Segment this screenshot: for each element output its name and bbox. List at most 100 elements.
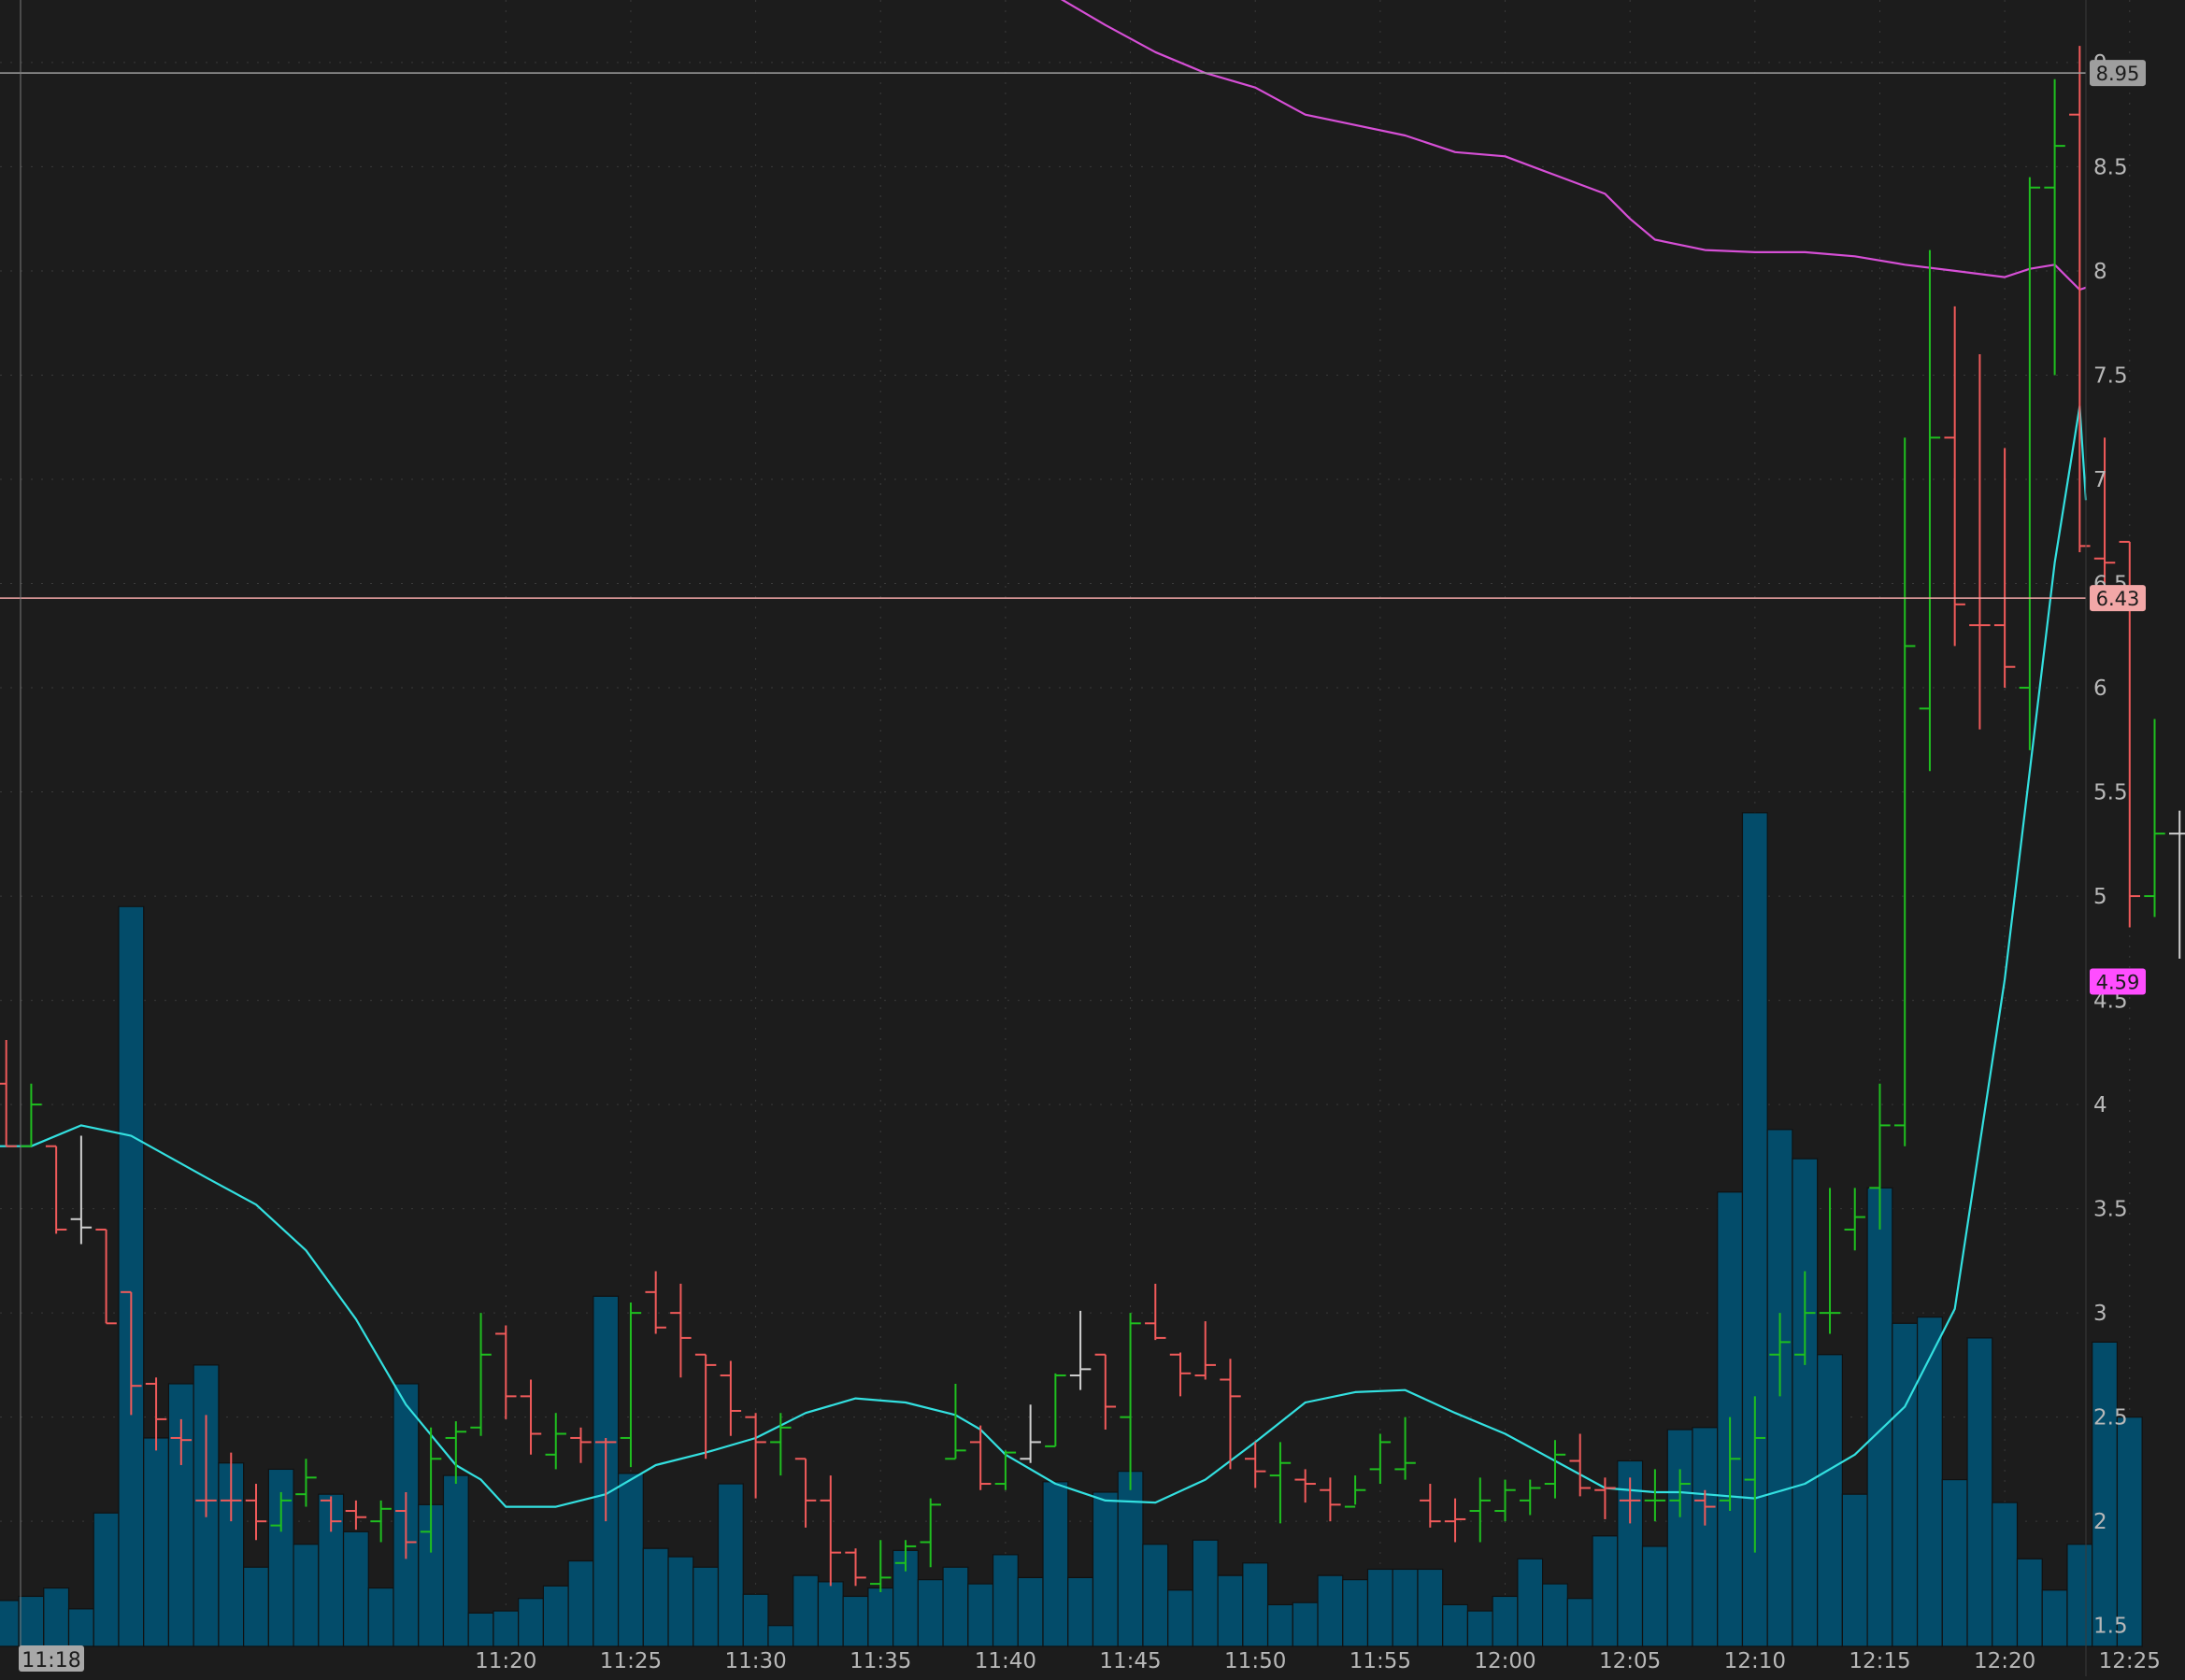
volume-bar bbox=[942, 1566, 969, 1647]
volume-bar bbox=[717, 1483, 744, 1647]
x-tick-label: 11:20 bbox=[475, 1649, 536, 1673]
x-tick-label: 11:40 bbox=[975, 1649, 1036, 1673]
volume-bar bbox=[1692, 1427, 1719, 1647]
x-tick-label: 12:10 bbox=[1724, 1649, 1786, 1673]
volume-bar bbox=[1266, 1603, 1293, 1647]
x-tick-label: 12:15 bbox=[1849, 1649, 1910, 1673]
volume-bar bbox=[2116, 1417, 2143, 1647]
volume-bar bbox=[2016, 1558, 2043, 1647]
volume-bar bbox=[43, 1587, 70, 1647]
x-tick-label: 11:30 bbox=[724, 1649, 786, 1673]
y-tick-label: 5.5 bbox=[2093, 781, 2128, 805]
x-tick-label: 11:55 bbox=[1350, 1649, 1411, 1673]
y-tick-label: 5 bbox=[2093, 885, 2107, 909]
chart-background bbox=[0, 0, 2185, 1676]
volume-bar bbox=[617, 1473, 644, 1647]
y-tick-label: 7.5 bbox=[2093, 363, 2128, 388]
volume-bar bbox=[1866, 1187, 1893, 1647]
volume-bar bbox=[1517, 1558, 1544, 1647]
price-tag-label: 4.59 bbox=[2096, 972, 2140, 994]
volume-bar bbox=[367, 1587, 394, 1647]
y-tick-label: 2 bbox=[2093, 1510, 2107, 1534]
volume-bar bbox=[1067, 1576, 1094, 1647]
volume-bar bbox=[493, 1610, 520, 1647]
volume-bar bbox=[1117, 1471, 1144, 1647]
volume-bar bbox=[1442, 1603, 1469, 1647]
volume-bar bbox=[2066, 1544, 2093, 1647]
x-tick-label: 11:45 bbox=[1099, 1649, 1161, 1673]
volume-bar bbox=[1792, 1158, 1819, 1647]
volume-bar bbox=[0, 1600, 20, 1647]
volume-bar bbox=[667, 1556, 694, 1647]
volume-bar bbox=[967, 1583, 994, 1647]
volume-bar bbox=[1492, 1595, 1519, 1647]
volume-bar bbox=[1217, 1574, 1244, 1647]
y-tick-label: 4 bbox=[2093, 1093, 2107, 1118]
volume-bar bbox=[1092, 1491, 1119, 1647]
volume-bar bbox=[1592, 1535, 1619, 1647]
volume-bar bbox=[243, 1566, 269, 1647]
volume-bar bbox=[18, 1595, 45, 1647]
chart-svg[interactable]: 1.522.533.544.555.566.577.588.59 11:2011… bbox=[0, 0, 2185, 1676]
volume-bar bbox=[118, 905, 145, 1647]
y-tick-label: 8.5 bbox=[2093, 155, 2128, 179]
volume-bar bbox=[1167, 1589, 1193, 1647]
volume-bar bbox=[2041, 1589, 2068, 1647]
volume-bar bbox=[1192, 1539, 1219, 1647]
x-tick-label: 12:05 bbox=[1599, 1649, 1661, 1673]
volume-bar bbox=[467, 1612, 494, 1647]
volume-bar bbox=[518, 1598, 544, 1647]
price-tag-label: 8.95 bbox=[2096, 63, 2140, 85]
x-tick-label: 12:20 bbox=[1974, 1649, 2035, 1673]
volume-bar bbox=[2092, 1341, 2119, 1647]
volume-bar bbox=[1042, 1481, 1069, 1647]
volume-bar bbox=[293, 1544, 320, 1647]
volume-bar bbox=[567, 1559, 594, 1647]
y-tick-label: 2.5 bbox=[2093, 1406, 2128, 1431]
price-chart[interactable]: 1.522.533.544.555.566.577.588.59 11:2011… bbox=[0, 0, 2185, 1676]
volume-bar bbox=[793, 1574, 820, 1647]
volume-bar bbox=[93, 1512, 120, 1647]
volume-bar bbox=[1817, 1354, 1843, 1647]
volume-bar bbox=[1317, 1574, 1344, 1647]
volume-bar bbox=[1966, 1337, 1993, 1647]
cursor-time-label: 11:18 bbox=[21, 1649, 80, 1673]
volume-bar bbox=[817, 1581, 844, 1647]
volume-bar bbox=[1542, 1583, 1568, 1647]
volume-bar bbox=[867, 1587, 894, 1647]
x-tick-label: 12:25 bbox=[2099, 1649, 2161, 1673]
volume-bar bbox=[992, 1554, 1019, 1647]
volume-bar bbox=[742, 1593, 769, 1647]
volume-bar bbox=[1417, 1568, 1444, 1647]
volume-bar bbox=[442, 1474, 469, 1647]
volume-bar bbox=[917, 1579, 944, 1647]
cursor-time-tag: 11:18 bbox=[19, 1645, 84, 1673]
volume-bar bbox=[767, 1625, 794, 1647]
volume-bar bbox=[542, 1585, 569, 1647]
volume-bar bbox=[1666, 1429, 1693, 1647]
x-tick-label: 11:35 bbox=[850, 1649, 911, 1673]
y-tick-label: 7 bbox=[2093, 468, 2107, 492]
volume-bar bbox=[1292, 1602, 1319, 1647]
y-tick-label: 8 bbox=[2093, 260, 2107, 284]
volume-bar bbox=[1641, 1545, 1668, 1647]
volume-bar bbox=[1466, 1610, 1493, 1647]
volume-bar bbox=[1992, 1502, 2019, 1647]
price-tag-label: 6.43 bbox=[2096, 588, 2140, 610]
y-tick-label: 1.5 bbox=[2093, 1615, 2128, 1639]
x-tick-label: 12:00 bbox=[1474, 1649, 1535, 1673]
volume-bar bbox=[1342, 1579, 1369, 1647]
volume-bar bbox=[1366, 1568, 1393, 1647]
volume-bar bbox=[1392, 1568, 1419, 1647]
volume-bar bbox=[1892, 1322, 1919, 1647]
volume-bar bbox=[1841, 1493, 1868, 1647]
x-tick-label: 11:50 bbox=[1224, 1649, 1286, 1673]
x-tick-label: 11:25 bbox=[600, 1649, 662, 1673]
volume-bar bbox=[1941, 1478, 1968, 1647]
volume-bar bbox=[143, 1437, 170, 1647]
volume-bar bbox=[842, 1595, 869, 1647]
volume-bar bbox=[1242, 1562, 1269, 1647]
volume-bar bbox=[1142, 1544, 1169, 1647]
y-tick-label: 6 bbox=[2093, 676, 2107, 701]
volume-bar bbox=[693, 1566, 720, 1647]
